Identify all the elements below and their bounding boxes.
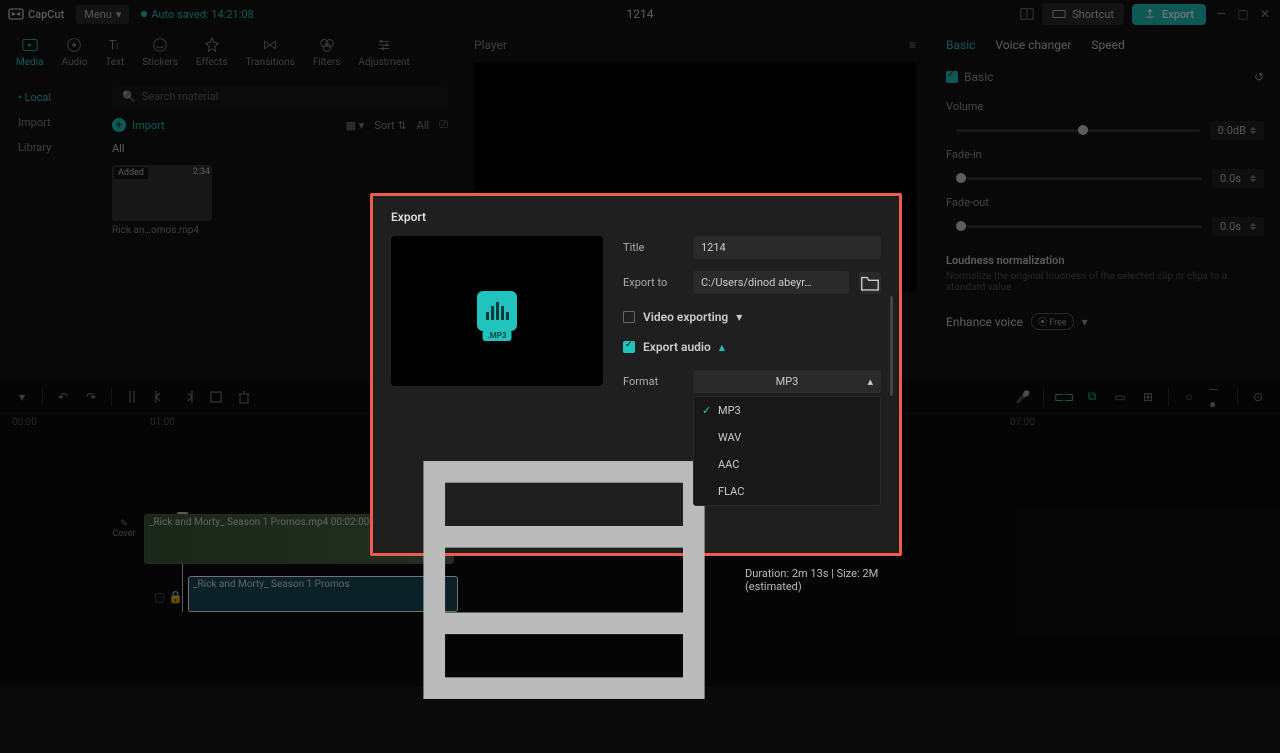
checkbox-unchecked-icon	[623, 311, 635, 323]
video-exporting-checkbox[interactable]: Video exporting ▾	[623, 310, 881, 324]
title-label: Title	[623, 241, 683, 254]
format-option-aac[interactable]: AAC	[694, 451, 880, 478]
export-to-label: Export to	[623, 276, 683, 289]
modal-title: Export	[391, 210, 881, 224]
checkbox-checked-icon	[623, 341, 635, 353]
format-option-wav[interactable]: WAV	[694, 424, 880, 451]
export-audio-checkbox[interactable]: Export audio ▴	[623, 340, 881, 354]
chevron-up-icon: ▴	[719, 340, 725, 354]
format-option-mp3[interactable]: MP3	[694, 397, 880, 424]
format-dropdown[interactable]: MP3 ▴	[693, 370, 881, 393]
film-icon	[391, 407, 737, 753]
format-menu: MP3 WAV AAC FLAC	[693, 396, 881, 506]
browse-folder-button[interactable]	[859, 272, 881, 294]
format-label: Format	[623, 375, 683, 388]
modal-scrollbar[interactable]	[890, 296, 893, 396]
export-modal: Export Title Export to Video exporting ▾	[370, 193, 902, 556]
chevron-down-icon: ▾	[736, 310, 742, 324]
title-input[interactable]	[693, 236, 881, 259]
format-option-flac[interactable]: FLAC	[694, 478, 880, 505]
export-summary: Duration: 2m 13s | Size: 2M (estimated)	[745, 567, 881, 593]
chevron-up-icon: ▴	[867, 375, 873, 388]
mp3-icon	[477, 291, 517, 331]
export-preview	[391, 236, 603, 386]
path-input[interactable]	[693, 271, 849, 294]
